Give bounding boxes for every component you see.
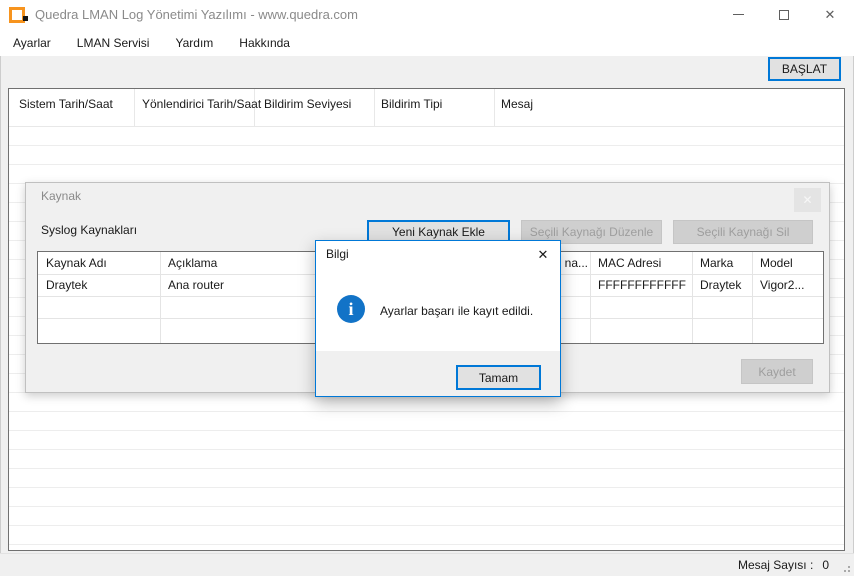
kaynak-window-title: Kaynak — [41, 189, 81, 203]
src-col-model[interactable]: Model — [760, 252, 793, 274]
minimize-icon — [733, 14, 744, 15]
src-cell-aciklama: Ana router — [168, 274, 224, 296]
dialog-message: Ayarlar başarı ile kayıt edildi. — [380, 304, 533, 318]
src-cell-model: Vigor2... — [760, 274, 804, 296]
resize-grip-icon[interactable] — [841, 563, 850, 572]
log-col-yonlendirici-tarih[interactable]: Yönlendirici Tarih/Saat — [142, 97, 261, 111]
mesaj-sayisi-label: Mesaj Sayısı : — [738, 558, 813, 572]
menu-bar: Ayarlar LMAN Servisi Yardım Hakkında — [0, 29, 854, 56]
dialog-title: Bilgi — [326, 247, 349, 261]
src-col-marka[interactable]: Marka — [700, 252, 733, 274]
dialog-close-button[interactable]: ✕ — [531, 245, 555, 265]
kaynak-close-icon: ✕ — [802, 193, 812, 207]
syslog-kaynaklari-label: Syslog Kaynakları — [41, 223, 137, 237]
info-icon-glyph: i — [348, 299, 353, 320]
window-title: Quedra LMAN Log Yönetimi Yazılımı - www.… — [35, 7, 358, 22]
src-col-kaynak-adi[interactable]: Kaynak Adı — [46, 252, 107, 274]
kaydet-button[interactable]: Kaydet — [741, 359, 813, 384]
maximize-icon — [779, 10, 789, 20]
window-controls: ✕ — [715, 0, 853, 29]
baslat-button[interactable]: BAŞLAT — [768, 57, 841, 81]
menu-lman-servisi[interactable]: LMAN Servisi — [64, 29, 163, 56]
minimize-button[interactable] — [715, 0, 761, 29]
src-cell-mac-adresi: FFFFFFFFFFFF — [598, 274, 686, 296]
dialog-close-icon: ✕ — [538, 247, 549, 263]
log-col-sistem-tarih[interactable]: Sistem Tarih/Saat — [19, 97, 113, 111]
log-col-bildirim-tipi[interactable]: Bildirim Tipi — [381, 97, 442, 111]
src-col-mac-adresi[interactable]: MAC Adresi — [598, 252, 661, 274]
src-col-aciklama[interactable]: Açıklama — [168, 252, 217, 274]
maximize-button[interactable] — [761, 0, 807, 29]
tamam-button[interactable]: Tamam — [456, 365, 541, 390]
bilgi-dialog: Bilgi ✕ i Ayarlar başarı ile kayıt edild… — [315, 240, 561, 397]
log-col-mesaj[interactable]: Mesaj — [501, 97, 533, 111]
status-bar: Mesaj Sayısı : 0 — [0, 553, 854, 576]
quedra-logo-icon — [9, 7, 25, 23]
close-button[interactable]: ✕ — [807, 0, 853, 29]
menu-yardim[interactable]: Yardım — [162, 29, 226, 56]
log-col-bildirim-seviyesi[interactable]: Bildirim Seviyesi — [264, 97, 351, 111]
src-cell-marka: Draytek — [700, 274, 741, 296]
src-cell-kaynak-adi: Draytek — [46, 274, 87, 296]
kaynak-close-button[interactable]: ✕ — [794, 188, 821, 212]
app-window: { "window": { "title": "Quedra LMAN Log … — [0, 0, 854, 576]
close-icon: ✕ — [825, 7, 836, 23]
menu-ayarlar[interactable]: Ayarlar — [0, 29, 64, 56]
menu-hakkinda[interactable]: Hakkında — [226, 29, 303, 56]
mesaj-sayisi-value: 0 — [822, 558, 829, 572]
secili-kaynagi-sil-button[interactable]: Seçili Kaynağı Sil — [673, 220, 813, 244]
info-icon: i — [337, 295, 365, 323]
